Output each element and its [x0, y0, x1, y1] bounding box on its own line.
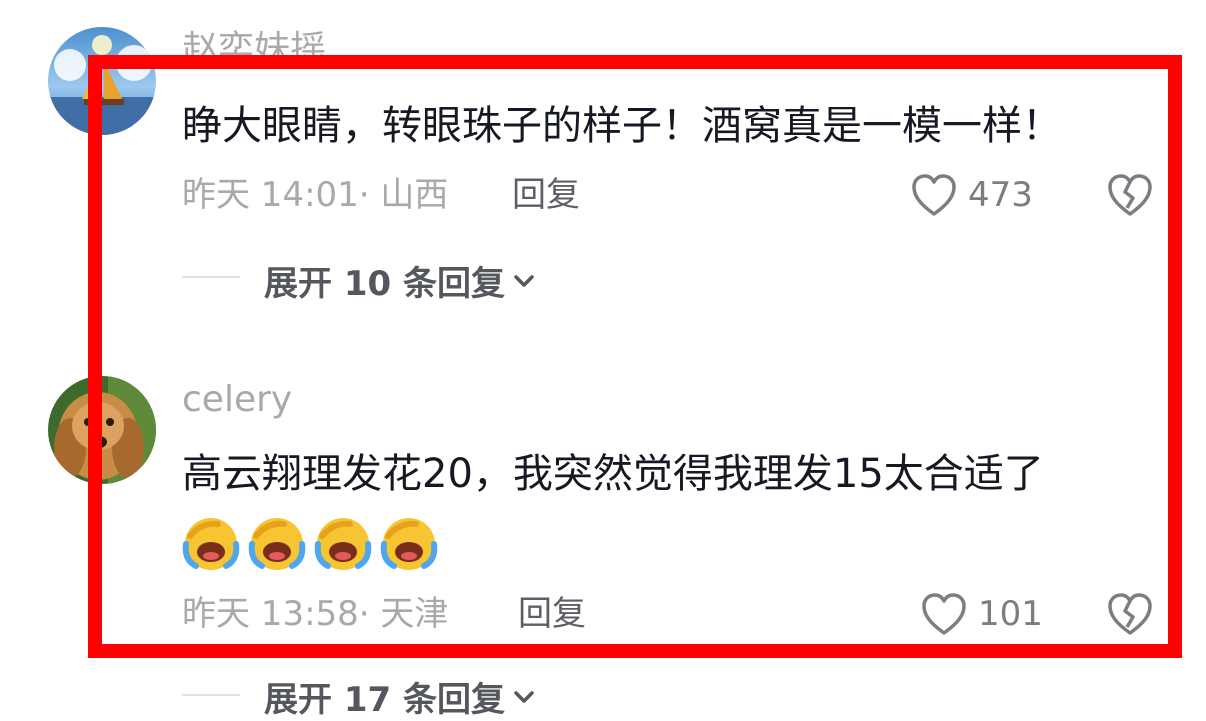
comment-text: 睁大眼睛，转眼珠子的样子！酒窝真是一模一样！ — [182, 103, 1062, 149]
comment-text: 高云翔理发花20，我突然觉得我理发15太合适了 — [182, 451, 1044, 497]
comment-meta: 昨天 13:58· 天津 — [182, 594, 449, 634]
avatar[interactable] — [48, 376, 156, 484]
divider — [182, 276, 240, 278]
comment-meta: 昨天 14:01· 山西 — [182, 175, 449, 215]
chevron-down-icon — [513, 274, 535, 288]
comment-username[interactable]: 赵奕妹摇 — [182, 32, 326, 68]
broken-heart-icon[interactable] — [1106, 172, 1154, 222]
expand-replies-button[interactable]: 展开 10 条回复 — [264, 256, 535, 305]
chevron-down-icon — [513, 690, 535, 704]
expand-replies-button[interactable]: 展开 17 条回复 — [264, 672, 535, 721]
heart-outline-icon[interactable] — [920, 591, 968, 641]
laughing-crying-emoji — [314, 514, 372, 572]
reply-button[interactable]: 回复 — [512, 178, 580, 212]
heart-outline-icon[interactable] — [910, 172, 958, 222]
reply-button[interactable]: 回复 — [518, 597, 586, 631]
like-count: 473 — [968, 175, 1033, 215]
broken-heart-icon[interactable] — [1106, 591, 1154, 641]
expand-replies-label: 展开 10 条回复 — [264, 264, 505, 304]
divider — [182, 694, 240, 696]
laughing-crying-emoji — [248, 514, 306, 572]
emoji-row — [182, 514, 446, 572]
laughing-crying-emoji — [182, 514, 240, 572]
expand-replies-label: 展开 17 条回复 — [264, 680, 505, 720]
avatar[interactable] — [48, 27, 156, 135]
comment-username[interactable]: celery — [182, 382, 292, 418]
laughing-crying-emoji — [380, 514, 438, 572]
like-count: 101 — [978, 594, 1043, 634]
